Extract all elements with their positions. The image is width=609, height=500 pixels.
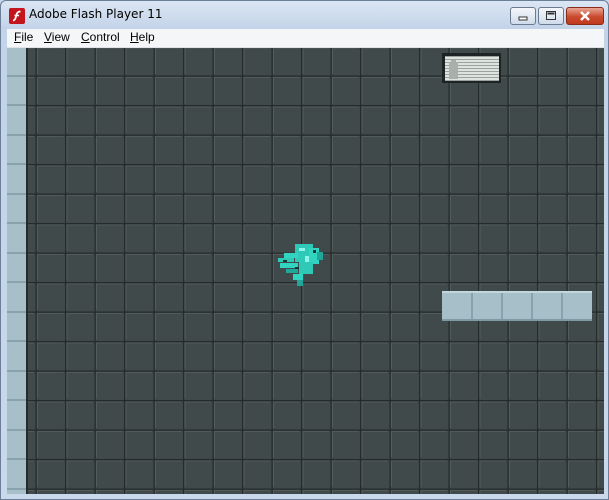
game-stage[interactable] (7, 48, 604, 494)
wall-platform (442, 291, 592, 321)
menu-control[interactable]: Control (81, 30, 120, 44)
left-wall (7, 48, 28, 494)
minimize-button[interactable] (510, 7, 536, 25)
menu-view[interactable]: View (44, 30, 70, 44)
maximize-icon (546, 11, 556, 20)
menu-file[interactable]: File (14, 30, 33, 44)
title-bar[interactable]: Adobe Flash Player 11 (1, 1, 608, 29)
close-icon (580, 11, 590, 21)
maximize-button[interactable] (538, 7, 564, 25)
window-title: Adobe Flash Player 11 (29, 7, 163, 21)
striped-panel (442, 53, 501, 83)
app-window: Adobe Flash Player 11 File View Control … (0, 0, 609, 500)
menu-help[interactable]: Help (130, 30, 155, 44)
close-button[interactable] (566, 7, 604, 25)
menu-bar: File View Control Help (7, 29, 604, 48)
minimize-icon (518, 16, 528, 21)
flash-player-icon (9, 8, 25, 24)
game-canvas (7, 48, 604, 494)
